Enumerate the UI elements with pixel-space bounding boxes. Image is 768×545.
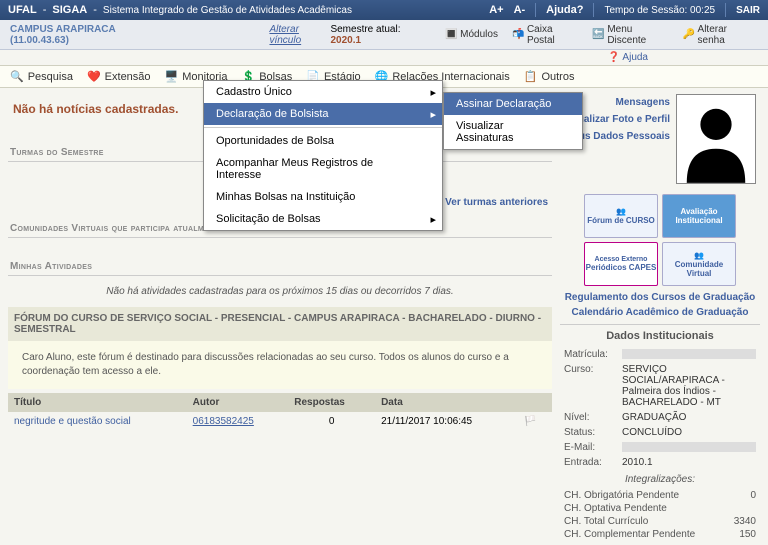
widget-capes[interactable]: Acesso ExternoPeriódicos CAPES — [584, 242, 658, 286]
system-name: Sistema Integrado de Gestão de Atividade… — [103, 5, 352, 16]
font-increase[interactable]: A+ — [489, 4, 503, 16]
lbl-nivel: Nível: — [564, 412, 622, 423]
mailbox-icon: 📬 — [512, 29, 524, 41]
menu-minhas-bolsas[interactable]: Minhas Bolsas na Instituição — [204, 186, 442, 208]
student-menu-link[interactable]: 🔙Menu Discente — [586, 22, 674, 48]
widget-avaliacao[interactable]: Avaliação Institucional — [662, 194, 736, 238]
top-bar: UFAL - SIGAA - Sistema Integrado de Gest… — [0, 0, 768, 20]
extension-icon: ❤️ — [87, 70, 101, 83]
ch-obrigatoria-val: 0 — [750, 490, 756, 501]
forum-replies: 0 — [288, 412, 375, 431]
val-curso: SERVIÇO SOCIAL/ARAPIRACA - Palmeira dos … — [622, 364, 756, 408]
logout-link[interactable]: SAIR — [736, 5, 760, 16]
monitor-icon: 🖥️ — [165, 70, 179, 83]
ver-turmas-link[interactable]: Ver turmas anteriores — [445, 197, 548, 208]
forum-table: Título Autor Respostas Data negritude e … — [8, 393, 552, 431]
forum-topic-link[interactable]: negritude e questão social — [14, 416, 131, 427]
ch-total-val: 3340 — [734, 516, 756, 527]
modules-link[interactable]: 🔳Módulos — [439, 22, 504, 48]
lbl-curso: Curso: — [564, 364, 622, 408]
change-password-link[interactable]: 🔑Alterar senha — [677, 22, 758, 48]
menu-icon: 🔙 — [592, 29, 604, 41]
section-atividades: Minhas Atividades — [8, 258, 552, 276]
others-icon: 📋 — [524, 70, 538, 83]
semester-label: Semestre atual: — [330, 24, 400, 35]
submenu-visualizar[interactable]: Visualizar Assinaturas — [444, 115, 582, 149]
menu-cadastro-unico[interactable]: Cadastro Único — [204, 81, 442, 103]
forum-date: 21/11/2017 10:06:45 — [375, 412, 518, 431]
val-entrada: 2010.1 — [622, 457, 756, 468]
menu-declaracao-bolsista[interactable]: Declaração de Bolsista — [204, 103, 442, 125]
declaracao-submenu: Assinar Declaração Visualizar Assinatura… — [443, 92, 583, 150]
integralizacoes-title: Integralizações: — [560, 470, 760, 489]
nav-pesquisa[interactable]: 🔍Pesquisa — [10, 70, 73, 83]
th-autor: Autor — [187, 393, 289, 412]
lbl-email: E-Mail: — [564, 442, 622, 453]
help-link[interactable]: Ajuda? — [546, 4, 583, 16]
semester-value: 2020.1 — [330, 35, 361, 46]
menu-oportunidades[interactable]: Oportunidades de Bolsa — [204, 130, 442, 152]
lbl-matricula: Matrícula: — [564, 349, 622, 360]
font-decrease[interactable]: A- — [514, 4, 526, 16]
forum-description: Caro Aluno, este fórum é destinado para … — [8, 341, 552, 389]
dados-institucionais-title: Dados Institucionais — [560, 324, 760, 347]
flag-icon[interactable]: 🏳️ — [524, 416, 536, 427]
help-sublink[interactable]: ❓ Ajuda — [608, 50, 768, 65]
ch-complementar-val: 150 — [739, 529, 756, 540]
ch-complementar: CH. Complementar Pendente — [564, 529, 695, 540]
val-nivel: GRADUAÇÃO — [622, 412, 756, 423]
modules-icon: 🔳 — [445, 29, 457, 41]
th-titulo: Título — [8, 393, 187, 412]
key-icon: 🔑 — [683, 29, 695, 41]
search-icon: 🔍 — [10, 70, 24, 83]
ch-obrigatoria: CH. Obrigatória Pendente — [564, 490, 679, 501]
table-row: negritude e questão social 06183582425 0… — [8, 412, 552, 431]
menu-solicitacao[interactable]: Solicitação de Bolsas — [204, 208, 442, 230]
nav-extensao[interactable]: ❤️Extensão — [87, 70, 151, 83]
val-matricula — [622, 349, 756, 359]
campus-label: CAMPUS ARAPIRACA (11.00.43.63) — [10, 24, 169, 46]
help-icon: ❓ — [608, 52, 620, 63]
user-avatar — [676, 94, 756, 184]
forum-author-link[interactable]: 06183582425 — [193, 416, 254, 427]
bolsas-dropdown: Cadastro Único Declaração de Bolsista Op… — [203, 80, 443, 231]
submenu-assinar[interactable]: Assinar Declaração — [444, 93, 582, 115]
regulamento-link[interactable]: Regulamento dos Cursos de Graduação — [565, 292, 756, 303]
val-email — [622, 442, 756, 452]
mailbox-link[interactable]: 📬Caixa Postal — [506, 22, 584, 48]
session-time: Tempo de Sessão: 00:25 — [604, 5, 715, 16]
val-status: CONCLUÍDO — [622, 427, 756, 438]
atividades-empty: Não há atividades cadastradas para os pr… — [8, 276, 552, 307]
ch-total: CH. Total Currículo — [564, 516, 648, 527]
widget-comunidade[interactable]: 👥Comunidade Virtual — [662, 242, 736, 286]
menu-acompanhar[interactable]: Acompanhar Meus Registros de Interesse — [204, 152, 442, 186]
lbl-entrada: Entrada: — [564, 457, 622, 468]
widget-forum-curso[interactable]: 👥Fórum de CURSO — [584, 194, 658, 238]
ch-optativa: CH. Optativa Pendente — [564, 503, 667, 514]
change-link-link[interactable]: Alterar vínculo — [269, 24, 330, 46]
th-data: Data — [375, 393, 518, 412]
lbl-status: Status: — [564, 427, 622, 438]
brand-ufal: UFAL — [8, 4, 37, 16]
forum-header: FÓRUM DO CURSO DE SERVIÇO SOCIAL - PRESE… — [8, 307, 552, 341]
nav-outros[interactable]: 📋Outros — [524, 70, 575, 83]
context-bar: CAMPUS ARAPIRACA (11.00.43.63) Alterar v… — [0, 20, 768, 50]
calendario-link[interactable]: Calendário Acadêmico de Graduação — [572, 307, 749, 318]
th-respostas: Respostas — [288, 393, 375, 412]
brand-sigaa: SIGAA — [52, 4, 87, 16]
